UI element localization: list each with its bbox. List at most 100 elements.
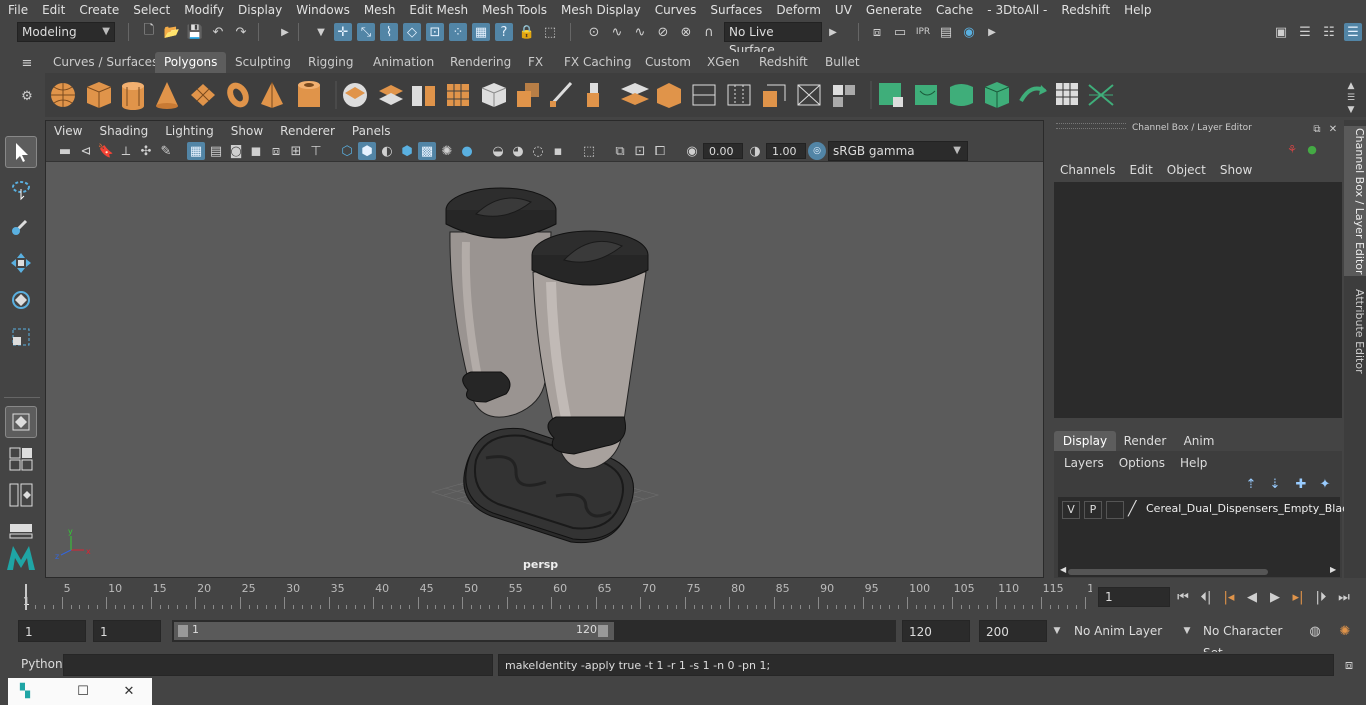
snap-together-icon[interactable]: ⊙ (585, 23, 603, 41)
viewport-menu-show[interactable]: Show (223, 124, 272, 138)
close-icon[interactable]: ✕ (1326, 120, 1340, 138)
select-by-object-icon[interactable]: ⤡ (357, 23, 375, 41)
menu-surfaces[interactable]: Surfaces (702, 0, 768, 20)
menu-edit-mesh[interactable]: Edit Mesh (401, 0, 474, 20)
show-manipulator-icon[interactable] (5, 406, 37, 438)
layer-playback-toggle[interactable]: P (1084, 501, 1102, 519)
bool-icon[interactable] (481, 83, 507, 107)
wireframe-icon[interactable]: ⬡ (338, 142, 356, 160)
playback-end-field[interactable]: 120 (902, 620, 970, 642)
tab-polygons[interactable]: Polygons (155, 52, 227, 73)
menu-3dtoall[interactable]: - 3DtoAll - (979, 0, 1053, 20)
live-surface-field[interactable]: No Live Surface (724, 22, 822, 57)
menu-create[interactable]: Create (71, 0, 125, 20)
auto-key-icon[interactable]: ◍ (1306, 622, 1324, 640)
maya-app-icon[interactable]: ▚ (16, 682, 34, 700)
new-layer-selected-icon[interactable]: ✦ (1316, 475, 1334, 493)
target-weld-icon[interactable] (797, 84, 821, 106)
2d-pan-icon[interactable]: ✣ (137, 142, 155, 160)
smooth-icon[interactable] (447, 84, 469, 106)
hud-icon[interactable]: ⧠ (651, 142, 669, 160)
move-layer-up-icon[interactable]: ⇡ (1242, 475, 1260, 493)
poly-sphere-icon[interactable] (51, 83, 75, 107)
step-back-key-icon[interactable]: |◂ (1220, 588, 1238, 606)
tab-fx-caching[interactable]: FX Caching (555, 52, 640, 73)
panel-grip[interactable] (1056, 123, 1126, 129)
poly-cylinder-icon[interactable] (122, 82, 144, 110)
anim-layer-select[interactable]: No Anim Layer (1068, 620, 1172, 642)
select-by-component-icon[interactable]: ⌇ (380, 23, 398, 41)
append-icon[interactable] (657, 83, 681, 108)
menu-help[interactable]: Help (1116, 0, 1157, 20)
snap-point-icon[interactable]: ⁘ (449, 23, 467, 41)
mode-selector[interactable]: Modeling ▼ (17, 22, 115, 42)
snap-surface-icon[interactable]: ? (495, 23, 513, 41)
move-layer-down-icon[interactable]: ⇣ (1266, 475, 1284, 493)
menu-mesh-tools[interactable]: Mesh Tools (474, 0, 553, 20)
menu-file[interactable]: File (0, 0, 34, 20)
xray-icon[interactable]: ▩ (418, 142, 436, 160)
offset-edge-icon[interactable] (763, 84, 786, 107)
anti-alias-icon[interactable]: ◌ (529, 142, 547, 160)
viewport-menu-lighting[interactable]: Lighting (157, 124, 223, 138)
playback-start-field[interactable]: 1 (93, 620, 161, 642)
separate-icon[interactable] (379, 85, 403, 105)
open-scene-icon[interactable]: 📂 (163, 23, 181, 41)
render-frame-icon[interactable]: ▭ (891, 23, 909, 41)
ambient-occlusion-icon[interactable]: ◒ (489, 142, 507, 160)
layer-row[interactable]: V P ╱ Cereal_Dual_Dispensers_Empty_Black (1060, 501, 1355, 519)
paint-select-tool-icon[interactable] (5, 210, 37, 242)
current-frame-field[interactable]: 1 (1098, 587, 1170, 607)
time-slider[interactable]: 5 10 15 20 25 30 35 40 45 50 55 60 65 70 75 80 85 90 95 100… (18, 581, 1101, 611)
scale-tool-icon[interactable] (5, 321, 37, 353)
go-to-start-icon[interactable]: ⏮ (1174, 588, 1192, 606)
anim-prefs-icon[interactable]: ✺ (1336, 622, 1354, 640)
menu-generate[interactable]: Generate (858, 0, 928, 20)
range-slider-handle[interactable] (174, 622, 614, 640)
collapse-icon[interactable]: ▶ (276, 23, 294, 41)
new-layer-icon[interactable]: ✚ (1292, 475, 1310, 493)
channelbox-toggle-icon[interactable]: ☰ (1344, 23, 1362, 41)
layer-color-icon[interactable]: ╱ (1128, 501, 1142, 519)
lasso-icon[interactable]: ∿ (608, 23, 626, 41)
tab-channel-box-vertical[interactable]: Channel Box / Layer Editor (1344, 126, 1366, 276)
uv-map-icon[interactable] (879, 83, 903, 107)
resolution-gate-icon[interactable]: ◙ (227, 142, 245, 160)
maximize-icon[interactable]: ☐ (74, 682, 92, 700)
layers-menu[interactable]: Layers (1064, 456, 1119, 470)
tab-fx[interactable]: FX (519, 52, 552, 73)
viewport-menu-renderer[interactable]: Renderer (272, 124, 344, 138)
grease-pencil-icon[interactable]: ✎ (157, 142, 175, 160)
tab-rendering[interactable]: Rendering (441, 52, 520, 73)
menu-display[interactable]: Display (230, 0, 288, 20)
poly-cone-icon[interactable] (156, 82, 178, 109)
uv-spherical-icon[interactable] (984, 82, 1010, 108)
redo-icon[interactable]: ↷ (232, 23, 250, 41)
hypershade-icon[interactable]: ◉ (960, 23, 978, 41)
layout-four-icon[interactable] (5, 443, 37, 475)
layer-name[interactable]: Cereal_Dual_Dispensers_Empty_Black (1146, 502, 1355, 515)
range-slider[interactable]: 1 120 (172, 620, 896, 642)
attribute-toggle-icon[interactable]: ☷ (1320, 23, 1338, 41)
tab-bullet[interactable]: Bullet (816, 52, 869, 73)
scrollbar-thumb[interactable] (1068, 569, 1268, 575)
motion-blur-icon[interactable]: ◕ (509, 142, 527, 160)
camera-attributes-icon[interactable]: ⊲ (77, 142, 95, 160)
channels-menu[interactable]: Channels (1060, 163, 1130, 177)
close-window-icon[interactable]: ✕ (120, 682, 138, 700)
xray-components-icon[interactable]: ⊡ (631, 142, 649, 160)
outliner-toggle-icon[interactable]: ☰ (1296, 23, 1314, 41)
collapse-right-icon[interactable]: ▶ (983, 23, 1001, 41)
tab-animation[interactable]: Animation (364, 52, 443, 73)
channel-list[interactable] (1054, 182, 1342, 418)
exposure-field[interactable]: 0.00 (703, 143, 743, 159)
paint-select-icon[interactable]: ∿ (631, 23, 649, 41)
layout-two-icon[interactable] (5, 479, 37, 511)
menu-edit[interactable]: Edit (34, 0, 71, 20)
exposure-icon[interactable]: ◉ (683, 142, 701, 160)
film-gate-icon[interactable]: ▤ (207, 142, 225, 160)
scroll-left-icon[interactable]: ◀ (1060, 565, 1066, 574)
start-time-field[interactable]: 1 (18, 620, 86, 642)
color-management-icon[interactable]: ◎ (808, 142, 826, 160)
snap-pivot-icon[interactable]: ⊘ (654, 23, 672, 41)
